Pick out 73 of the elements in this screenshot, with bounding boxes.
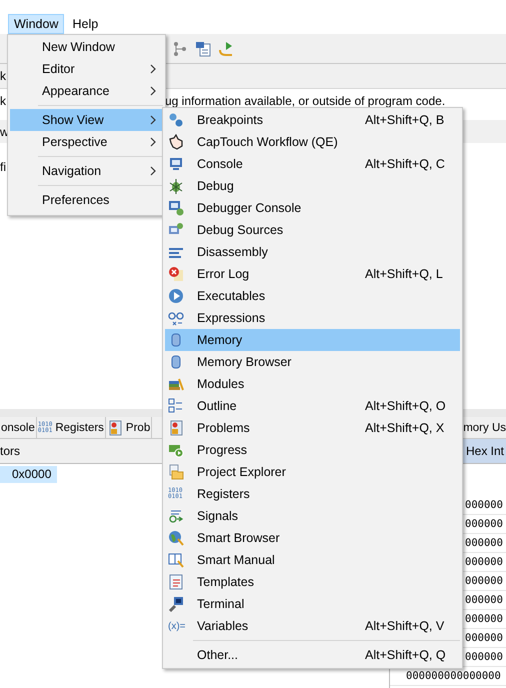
monitor-icon [168, 200, 184, 216]
glasses-icon [168, 310, 184, 326]
hex-value: 000000 [465, 556, 503, 568]
tab-label[interactable]: k [0, 68, 6, 84]
hex-value: 000000 [465, 651, 503, 663]
panel-tab[interactable]: onsole [0, 417, 37, 438]
hex-value: 000000 [465, 575, 503, 587]
menu-item[interactable]: Debug Sources [165, 219, 460, 241]
hex-value: 000000 [465, 594, 503, 606]
tree-row[interactable]: 0x0000 [0, 466, 58, 483]
menu-item[interactable]: Smart Browser [165, 527, 460, 549]
hex-value: 000000 [465, 632, 503, 644]
menu-item[interactable]: Preferences [10, 189, 164, 211]
menu-item[interactable]: Executables [165, 285, 460, 307]
panel-tab[interactable]: Prob [106, 417, 152, 438]
run-icon[interactable] [218, 40, 234, 56]
monitor-icon [168, 596, 184, 612]
message-text: k [0, 94, 6, 109]
menu-bar-item[interactable]: Window [8, 14, 64, 34]
column-header: tors [0, 444, 20, 458]
bug-icon [168, 178, 184, 194]
progress-icon [168, 442, 184, 458]
menu-item[interactable]: Perspective [10, 131, 164, 153]
menu-item[interactable]: Terminal [165, 593, 460, 615]
menu-item[interactable]: Navigation [10, 160, 164, 182]
menu-item[interactable]: Appearance [10, 80, 164, 102]
document-icon [168, 420, 184, 436]
menu-item[interactable]: Debug [165, 175, 460, 197]
menu-item[interactable]: Smart Manual [165, 549, 460, 571]
signal-arrows-icon [168, 508, 184, 524]
error-icon [168, 266, 184, 282]
hex-value: 000000 [465, 613, 503, 625]
document-icon [168, 574, 184, 590]
menu-item[interactable]: Error Log Alt+Shift+Q, L [165, 263, 460, 285]
branch-icon[interactable] [172, 40, 188, 56]
menu-item[interactable]: Memory [165, 329, 460, 351]
book-icon [168, 552, 184, 568]
menu-item[interactable]: Templates [165, 571, 460, 593]
menu-item[interactable]: Problems Alt+Shift+Q, X [165, 417, 460, 439]
menu-item[interactable]: Project Explorer [165, 461, 460, 483]
menu-item[interactable]: Progress [165, 439, 460, 461]
hex-value: 000000 [465, 518, 503, 530]
tree-list-icon [168, 398, 184, 414]
menu-item[interactable]: Outline Alt+Shift+Q, O [165, 395, 460, 417]
hex-value: 000000 [465, 499, 503, 511]
monitor-icon [168, 156, 184, 172]
menu-item[interactable]: Disassembly [165, 241, 460, 263]
menu-item[interactable]: CapTouch Workflow (QE) [165, 131, 460, 153]
document-icon[interactable] [195, 40, 211, 56]
menu-bar-item[interactable]: Help [66, 14, 104, 34]
variable-icon: (x)= [168, 620, 186, 632]
books-icon [168, 376, 184, 392]
menu-item[interactable]: Expressions [165, 307, 460, 329]
menu-item[interactable]: Console Alt+Shift+Q, C [165, 153, 460, 175]
menu-item[interactable]: Modules [165, 373, 460, 395]
menu-item[interactable]: Show View [10, 109, 164, 131]
menu-item[interactable]: (x)= Variables Alt+Shift+Q, V [165, 615, 460, 637]
message-text: ug information available, or outside of program code. [165, 94, 446, 109]
globe-icon [168, 530, 184, 546]
menu-item[interactable]: Debugger Console [165, 197, 460, 219]
menu-item[interactable]: Memory Browser [165, 351, 460, 373]
folder-icon [168, 464, 184, 480]
menu-item[interactable]: Signals [165, 505, 460, 527]
menu-item[interactable]: Other... Alt+Shift+Q, Q [165, 644, 460, 666]
editor-text: fi [0, 160, 6, 174]
panel-tab[interactable]: mory Us [463, 422, 506, 434]
document-icon [106, 420, 123, 436]
hex-value: 000000000000000 [406, 670, 501, 682]
two-circles-icon [168, 112, 184, 128]
hex-value: 000000 [465, 537, 503, 549]
menu-item[interactable]: Editor [10, 58, 164, 80]
menu-item[interactable]: Breakpoints Alt+Shift+Q, B [165, 109, 460, 131]
play-icon [168, 288, 184, 304]
